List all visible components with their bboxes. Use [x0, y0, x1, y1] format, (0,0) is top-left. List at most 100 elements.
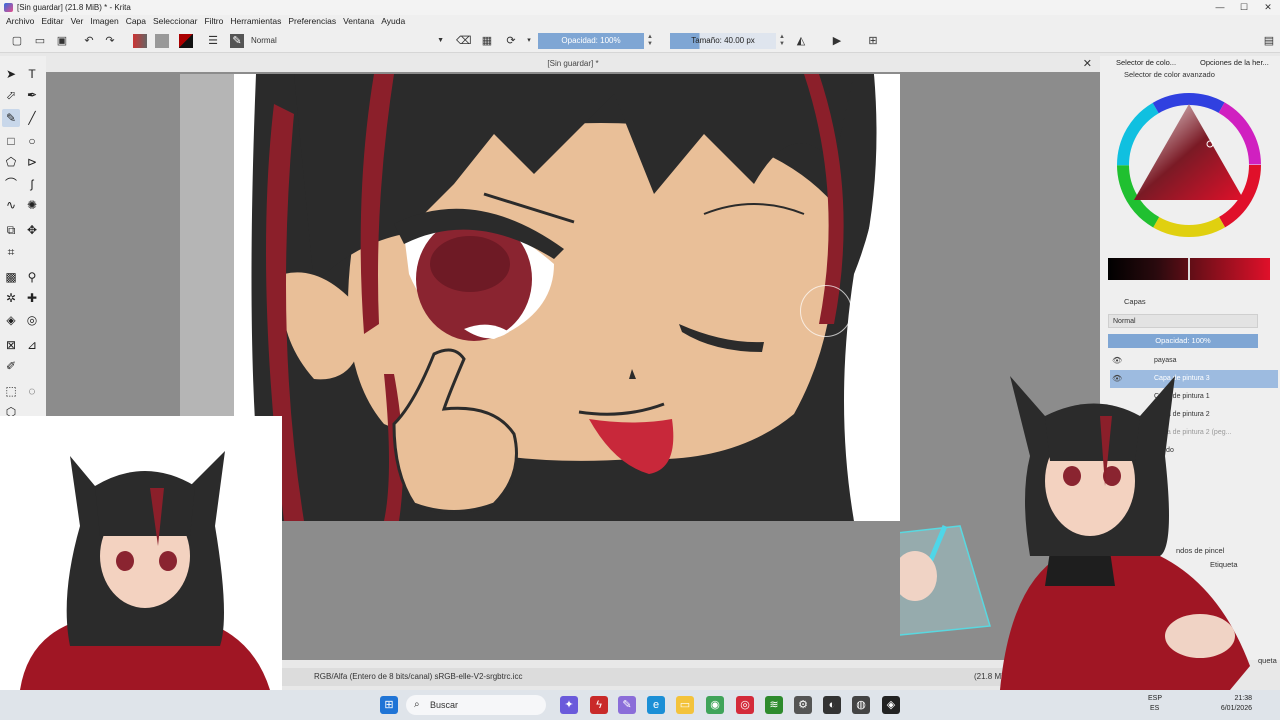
reload-preset-icon[interactable]: ⟳ — [504, 34, 518, 48]
menu-imagen[interactable]: Imagen — [88, 15, 123, 29]
wrap-around-icon[interactable]: ⊞ — [866, 34, 880, 48]
line-tool-icon[interactable]: ╱ — [23, 109, 41, 127]
gradient-icon[interactable] — [133, 34, 147, 48]
fill-tool-icon[interactable]: ◈ — [2, 311, 20, 329]
brush-settings-icon[interactable]: ☰ — [206, 34, 220, 48]
krita-logo-icon — [4, 3, 13, 12]
polyline-tool-icon[interactable]: ⊳ — [23, 153, 41, 171]
app-circle-icon[interactable]: ◎ — [736, 696, 754, 714]
color-picker-icon[interactable]: ⚲ — [23, 268, 41, 286]
main-toolbar: ▢ ▭ ▣ ↶ ↷ ☰ ✎ Normal ▼ ⌫ ▦ ⟳ ▾ Opacidad:… — [0, 29, 1280, 53]
windows-start-icon[interactable]: ⊞ — [380, 696, 398, 714]
maximize-button[interactable]: ☐ — [1232, 0, 1256, 15]
mirror-vertical-icon[interactable]: ▶ — [830, 34, 844, 48]
search-icon: ⌕ — [414, 699, 420, 710]
edge-icon[interactable]: e — [647, 696, 665, 714]
window-titlebar: [Sin guardar] (21.8 MiB) * - Krita — [0, 0, 1280, 15]
blend-mode-value: Normal — [251, 36, 277, 45]
fill-pattern-icon[interactable]: ◎ — [23, 311, 41, 329]
transform-tool-icon[interactable]: ⧉ — [2, 221, 20, 239]
size-spin-icon[interactable]: ▲ ▼ — [778, 34, 786, 48]
app-red-icon[interactable]: ϟ — [590, 696, 608, 714]
menu-preferencias[interactable]: Preferencias — [286, 15, 341, 29]
color-swap-icon[interactable] — [179, 34, 193, 48]
move-tool-icon[interactable]: ✥ — [23, 221, 41, 239]
minimize-button[interactable]: — — [1208, 0, 1232, 15]
taskbar-search[interactable]: ⌕ Buscar — [406, 695, 546, 715]
chevron-down-icon[interactable]: ▾ — [522, 34, 536, 48]
edit-shapes-icon[interactable]: ⬀ — [2, 86, 20, 104]
menu-herramientas[interactable]: Herramientas — [228, 15, 286, 29]
krita-taskbar-icon[interactable]: ✎ — [618, 696, 636, 714]
chrome-icon[interactable]: ◉ — [706, 696, 724, 714]
brush-preset-icon[interactable]: ✎ — [230, 34, 244, 48]
clock-date[interactable]: 6/01/2026 — [1214, 705, 1252, 712]
close-document-icon[interactable]: ✕ — [1083, 56, 1092, 72]
tab-color-selector[interactable]: Selector de colo... — [1116, 56, 1176, 70]
app-gear-icon[interactable]: ⚙ — [794, 696, 812, 714]
new-document-icon[interactable]: ▢ — [10, 34, 24, 48]
reference-tool-icon[interactable]: ✐ — [2, 357, 20, 375]
layer-opacity-slider[interactable]: Opacidad: 100% — [1108, 334, 1258, 348]
bezier-tool-icon[interactable]: ⌒ — [2, 175, 20, 193]
polygon-tool-icon[interactable]: ⬠ — [2, 153, 20, 171]
gradient-tool-icon[interactable]: ▩ — [2, 268, 20, 286]
menu-archivo[interactable]: Archivo — [4, 15, 39, 29]
rect-select-icon[interactable]: ⬚ — [2, 382, 20, 400]
ellipse-tool-icon[interactable]: ○ — [23, 132, 41, 150]
language-bottom[interactable]: ES — [1150, 705, 1159, 712]
opacity-slider[interactable]: Opacidad: 100% — [538, 33, 644, 49]
measure-tool-icon[interactable]: ⊿ — [23, 336, 41, 354]
clock-time[interactable]: 21:38 — [1230, 695, 1252, 702]
dynamic-brush-icon[interactable]: ∿ — [2, 196, 20, 214]
app-green-icon[interactable]: ≋ — [765, 696, 783, 714]
layer-row[interactable]: 👁︎ payasa — [1110, 352, 1278, 370]
assistant-tool-icon[interactable]: ⊠ — [2, 336, 20, 354]
obs-icon[interactable]: ◍ — [852, 696, 870, 714]
menu-editar[interactable]: Editar — [39, 15, 68, 29]
menu-capa[interactable]: Capa — [124, 15, 151, 29]
menu-seleccionar[interactable]: Seleccionar — [151, 15, 202, 29]
opacity-spin-icon[interactable]: ▲ ▼ — [646, 34, 654, 48]
document-tab[interactable]: [Sin guardar] * ✕ — [46, 56, 1100, 72]
eye-icon[interactable]: 👁︎ — [1112, 352, 1122, 370]
file-explorer-icon[interactable]: ▭ — [676, 696, 694, 714]
eraser-icon[interactable]: ⌫ — [456, 34, 472, 48]
calligraphy-icon[interactable]: ✒ — [23, 86, 41, 104]
menu-ventana[interactable]: Ventana — [341, 15, 379, 29]
tab-tool-options[interactable]: Opciones de la her... — [1200, 56, 1269, 70]
undo-icon[interactable]: ↶ — [82, 34, 96, 48]
mirror-horizontal-icon[interactable]: ◭ — [794, 34, 808, 48]
rectangle-tool-icon[interactable]: □ — [2, 132, 20, 150]
artwork-canvas[interactable] — [234, 74, 900, 521]
select-shapes-icon[interactable]: ➤ — [2, 65, 20, 83]
multibrush-icon[interactable]: ✺ — [23, 196, 41, 214]
brush-size-slider[interactable]: Tamaño: 40.00 px — [670, 33, 776, 49]
freehand-path-icon[interactable]: ʃ — [23, 175, 41, 193]
freehand-brush-icon[interactable]: ✎ — [2, 109, 20, 127]
close-window-button[interactable]: ✕ — [1256, 0, 1280, 15]
copilot-icon[interactable]: ✦ — [560, 696, 578, 714]
redo-icon[interactable]: ↷ — [103, 34, 117, 48]
crop-tool-icon[interactable]: ⌗ — [2, 243, 20, 261]
text-tool-icon[interactable]: T — [23, 65, 41, 83]
app-dark-icon[interactable]: ◐ — [823, 696, 841, 714]
app-camera-icon[interactable]: ◈ — [882, 696, 900, 714]
ellipse-select-icon[interactable]: ◌ — [23, 382, 41, 400]
workspace-icon[interactable]: ▤ — [1262, 34, 1276, 48]
smart-patch-icon[interactable]: ✚ — [23, 289, 41, 307]
colorize-mask-icon[interactable]: ✲ — [2, 289, 20, 307]
open-folder-icon[interactable]: ▭ — [33, 34, 47, 48]
menu-ver[interactable]: Ver — [69, 15, 89, 29]
blend-mode-select[interactable]: Normal ▼ — [248, 34, 448, 48]
color-wheel[interactable] — [1114, 90, 1264, 240]
menu-filtro[interactable]: Filtro — [202, 15, 228, 29]
layer-blend-select[interactable]: Normal — [1108, 314, 1258, 328]
avatar-right-drawing — [869, 376, 1250, 690]
pattern-icon[interactable] — [155, 34, 169, 48]
save-icon[interactable]: ▣ — [55, 34, 69, 48]
menu-ayuda[interactable]: Ayuda — [379, 15, 410, 29]
color-history-strip[interactable] — [1108, 258, 1270, 280]
language-top[interactable]: ESP — [1148, 695, 1162, 702]
alpha-lock-icon[interactable]: ▦ — [480, 34, 494, 48]
